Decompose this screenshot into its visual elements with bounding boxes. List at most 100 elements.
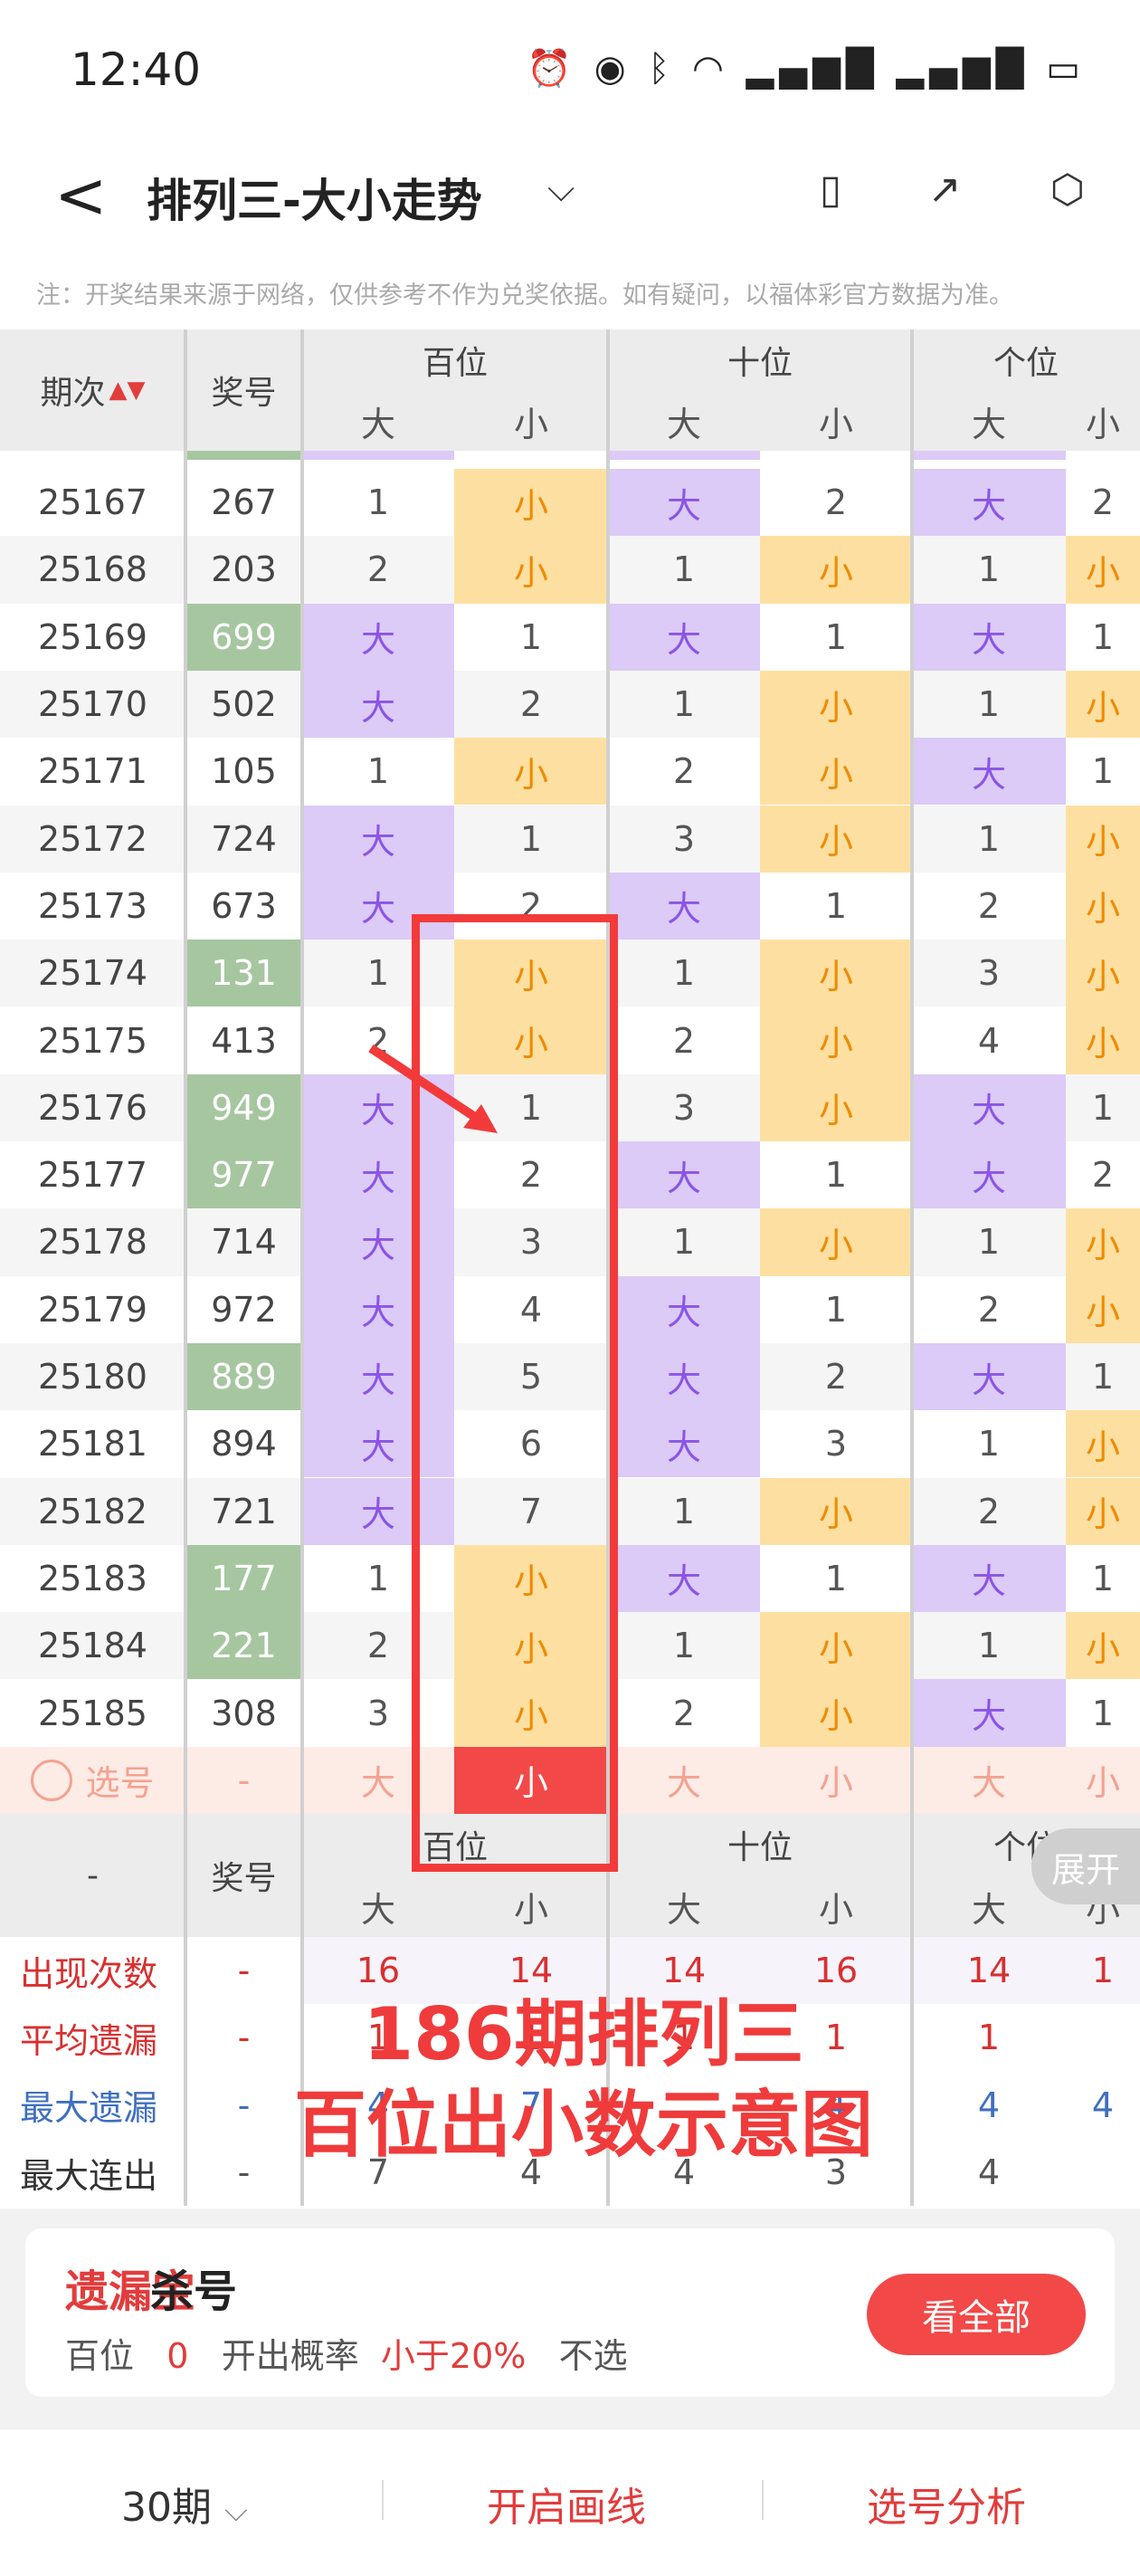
- omission-cell: 2: [912, 872, 1066, 940]
- share-icon[interactable]: ↗: [919, 165, 970, 215]
- omission-cell: 3: [760, 1410, 912, 1478]
- omission-cell: 2: [760, 469, 912, 537]
- omission-cell: 1: [912, 1410, 1066, 1478]
- alarm-icon: ⏰: [527, 48, 577, 90]
- small-cell: 小: [760, 738, 912, 806]
- small-cell: 小: [760, 1679, 912, 1747]
- number-cell: 972: [185, 1275, 302, 1343]
- group-header: 十位: [608, 1814, 912, 1875]
- annotation-text: 186期排列三 百位出小数示意图: [199, 1989, 968, 2171]
- stats-label: 平均遗漏: [0, 2004, 185, 2072]
- small-cell: 小: [760, 1612, 912, 1680]
- number-cell: 889: [185, 1342, 302, 1411]
- big-cell: 大: [912, 738, 1066, 806]
- big-cell: 大: [912, 1073, 1066, 1141]
- number-cell: 413: [185, 1007, 302, 1074]
- small-cell: 小: [1066, 1612, 1140, 1680]
- number-cell: 203: [185, 536, 302, 604]
- big-cell: 大: [912, 1342, 1066, 1411]
- stats-value: [1066, 2138, 1140, 2207]
- small-cell: 小: [1066, 872, 1140, 940]
- big-cell: [302, 451, 454, 460]
- small-cell: 小: [760, 805, 912, 873]
- omission-cell: 2: [912, 1275, 1066, 1343]
- period-header[interactable]: 期次 ▲▼: [0, 329, 185, 451]
- divider: [382, 2480, 384, 2520]
- select-cell[interactable]: 大: [912, 1746, 1066, 1814]
- select-row-label[interactable]: 选号: [0, 1746, 185, 1814]
- kill-digit: 0: [166, 2336, 189, 2376]
- sub-header: 小: [454, 1875, 608, 1937]
- stats-label: 最大连出: [0, 2138, 185, 2207]
- number-cell: 105: [185, 738, 302, 806]
- chevron-down-icon[interactable]: ⌵: [547, 168, 575, 210]
- period-cell: 25185: [0, 1679, 185, 1747]
- small-cell: 小: [1066, 670, 1140, 739]
- omission-cell: 1: [760, 603, 912, 671]
- small-cell: 小: [454, 738, 608, 806]
- stats-period-header: -: [0, 1814, 185, 1937]
- omission-cell: 1: [608, 670, 760, 739]
- radio-icon[interactable]: [31, 1759, 73, 1801]
- omission-cell: 2: [760, 1342, 912, 1411]
- periods-selector[interactable]: 30期 ⌵: [121, 2475, 248, 2533]
- omission-cell: 1: [1066, 738, 1140, 806]
- number-cell: 502: [185, 670, 302, 739]
- omission-cell: 4: [912, 1007, 1066, 1074]
- small-cell: 小: [760, 536, 912, 604]
- omission-cell: 2: [454, 670, 608, 739]
- wifi-icon: ◠: [692, 48, 729, 90]
- number-cell: 308: [185, 1679, 302, 1747]
- period-cell: 25173: [0, 872, 185, 940]
- omission-cell: 2: [608, 738, 760, 806]
- device-icon[interactable]: ▯: [805, 165, 856, 215]
- sub-header: 大: [608, 1875, 760, 1937]
- sub-header: 大: [912, 391, 1066, 451]
- kill-pos: 百位: [65, 2336, 135, 2376]
- omission-cell: 1: [1066, 1342, 1140, 1411]
- omission-cell: 1: [760, 1544, 912, 1613]
- period-cell: 25171: [0, 738, 185, 806]
- omission-cell: 2: [912, 1477, 1066, 1545]
- select-num: -: [185, 1746, 302, 1814]
- column-divider: [300, 329, 304, 2207]
- select-cell[interactable]: 小: [760, 1746, 912, 1814]
- draw-line-button[interactable]: 开启画线: [487, 2475, 646, 2533]
- number-header: 奖号: [185, 329, 302, 451]
- period-cell: 25169: [0, 603, 185, 671]
- group-header: 百位: [302, 329, 608, 391]
- big-cell: 大: [302, 603, 454, 671]
- small-cell: 小: [1066, 940, 1140, 1007]
- big-cell: 大: [912, 1544, 1066, 1613]
- select-cell[interactable]: 小: [1066, 1746, 1140, 1814]
- group-header: 十位: [608, 329, 912, 391]
- omission-cell: 1: [760, 1141, 912, 1209]
- back-icon[interactable]: <: [54, 159, 108, 232]
- number-cell: 949: [185, 1073, 302, 1141]
- annotation-line1: 186期排列三: [363, 1992, 804, 2076]
- big-cell: 大: [302, 670, 454, 739]
- number-cell: 721: [185, 1477, 302, 1545]
- omission-cell: 1: [760, 872, 912, 940]
- sort-icon[interactable]: ▲▼: [109, 377, 146, 404]
- period-cell: 25182: [0, 1477, 185, 1545]
- expand-button[interactable]: 展开: [1031, 1828, 1140, 1904]
- period-header-label: 期次: [40, 375, 106, 412]
- analysis-button[interactable]: 选号分析: [867, 2475, 1026, 2533]
- disclaimer-note: 注：开奖结果来源于网络，仅供参考不作为兑奖依据。如有疑问，以福体彩官方数据为准。: [36, 281, 1013, 310]
- page-title[interactable]: 排列三-大小走势: [147, 165, 482, 230]
- small-cell: 小: [454, 469, 608, 537]
- small-cell: 小: [1066, 805, 1140, 873]
- omission-cell: 2: [302, 536, 454, 604]
- omission-cell: 1: [912, 1612, 1066, 1680]
- big-cell: 大: [912, 1141, 1066, 1209]
- settings-icon[interactable]: ⬡: [1042, 165, 1093, 215]
- big-cell: 大: [608, 1410, 760, 1478]
- omission-cell: 1: [912, 1208, 1066, 1276]
- view-all-button[interactable]: 看全部: [867, 2274, 1086, 2355]
- omission-cell: 1: [608, 1612, 760, 1680]
- big-cell: 大: [608, 1141, 760, 1209]
- small-cell: 小: [760, 1073, 912, 1141]
- select-cell[interactable]: 大: [608, 1746, 760, 1814]
- big-cell: 大: [912, 603, 1066, 671]
